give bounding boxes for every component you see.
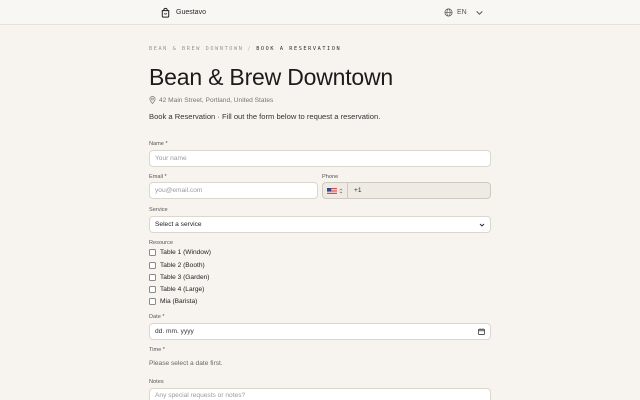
breadcrumb-current: BOOK A RESERVATION — [256, 46, 342, 52]
breadcrumb-separator: / — [247, 46, 253, 52]
date-input[interactable]: dd. mm. yyyy — [149, 323, 491, 340]
name-label: Name * — [149, 141, 168, 147]
venue-address: 42 Main Street, Portland, United States — [149, 96, 273, 104]
resource-option-label: Table 1 (Window) — [160, 249, 211, 256]
date-placeholder: dd. mm. yyyy — [155, 328, 194, 335]
page-title: Bean & Brew Downtown — [149, 64, 394, 90]
phone-input[interactable]: +1 — [322, 182, 491, 199]
resource-option[interactable]: Mia (Barista) — [149, 298, 197, 305]
time-label: Time * — [149, 347, 165, 353]
resource-option-label: Mia (Barista) — [160, 298, 198, 305]
service-selected: Select a service — [155, 221, 202, 228]
language-code: EN — [457, 9, 467, 16]
resource-option[interactable]: Table 1 (Window) — [149, 249, 211, 256]
name-input[interactable]: Your name — [149, 150, 491, 167]
brand-name: Guestavo — [176, 9, 206, 16]
calendar-icon[interactable] — [478, 328, 485, 335]
chevron-updown-icon — [339, 188, 343, 193]
map-pin-icon — [149, 96, 156, 104]
resource-option[interactable]: Table 3 (Garden) — [149, 274, 209, 281]
notes-label: Notes — [149, 379, 164, 385]
language-selector[interactable]: EN — [444, 6, 484, 19]
date-label: Date * — [149, 314, 165, 320]
top-bar: Guestavo EN — [0, 0, 640, 25]
chevron-down-icon — [476, 11, 483, 15]
globe-icon — [444, 8, 453, 17]
time-hint: Please select a date first. — [149, 360, 223, 367]
address-text: 42 Main Street, Portland, United States — [159, 96, 274, 104]
form-intro: Book a Reservation · Fill out the form b… — [149, 112, 381, 121]
checkbox[interactable] — [149, 286, 156, 293]
email-label: Email * — [149, 174, 167, 180]
chevron-down-icon — [479, 223, 485, 227]
checkbox[interactable] — [149, 274, 156, 281]
phone-country-code: +1 — [354, 187, 362, 194]
resource-option[interactable]: Table 2 (Booth) — [149, 262, 205, 269]
checkbox[interactable] — [149, 262, 156, 269]
breadcrumb: BEAN & BREW DOWNTOWN / BOOK A RESERVATION — [149, 46, 341, 52]
checkbox[interactable] — [149, 298, 156, 305]
email-input[interactable]: you@email.com — [149, 182, 318, 199]
service-label: Service — [149, 207, 168, 213]
notes-textarea[interactable]: Any special requests or notes? — [149, 388, 491, 400]
country-selector[interactable] — [323, 183, 348, 198]
resource-label: Resource — [149, 240, 173, 246]
us-flag-icon — [327, 187, 337, 194]
service-select[interactable]: Select a service — [149, 216, 491, 233]
resource-option-label: Table 4 (Large) — [160, 286, 205, 293]
breadcrumb-parent[interactable]: BEAN & BREW DOWNTOWN — [149, 46, 243, 52]
resource-option[interactable]: Table 4 (Large) — [149, 286, 204, 293]
phone-label: Phone — [322, 174, 339, 180]
resource-option-label: Table 2 (Booth) — [160, 262, 205, 269]
logo-icon — [161, 7, 170, 18]
brand[interactable]: Guestavo — [160, 6, 206, 19]
checkbox[interactable] — [149, 249, 156, 256]
resource-option-label: Table 3 (Garden) — [160, 274, 210, 281]
